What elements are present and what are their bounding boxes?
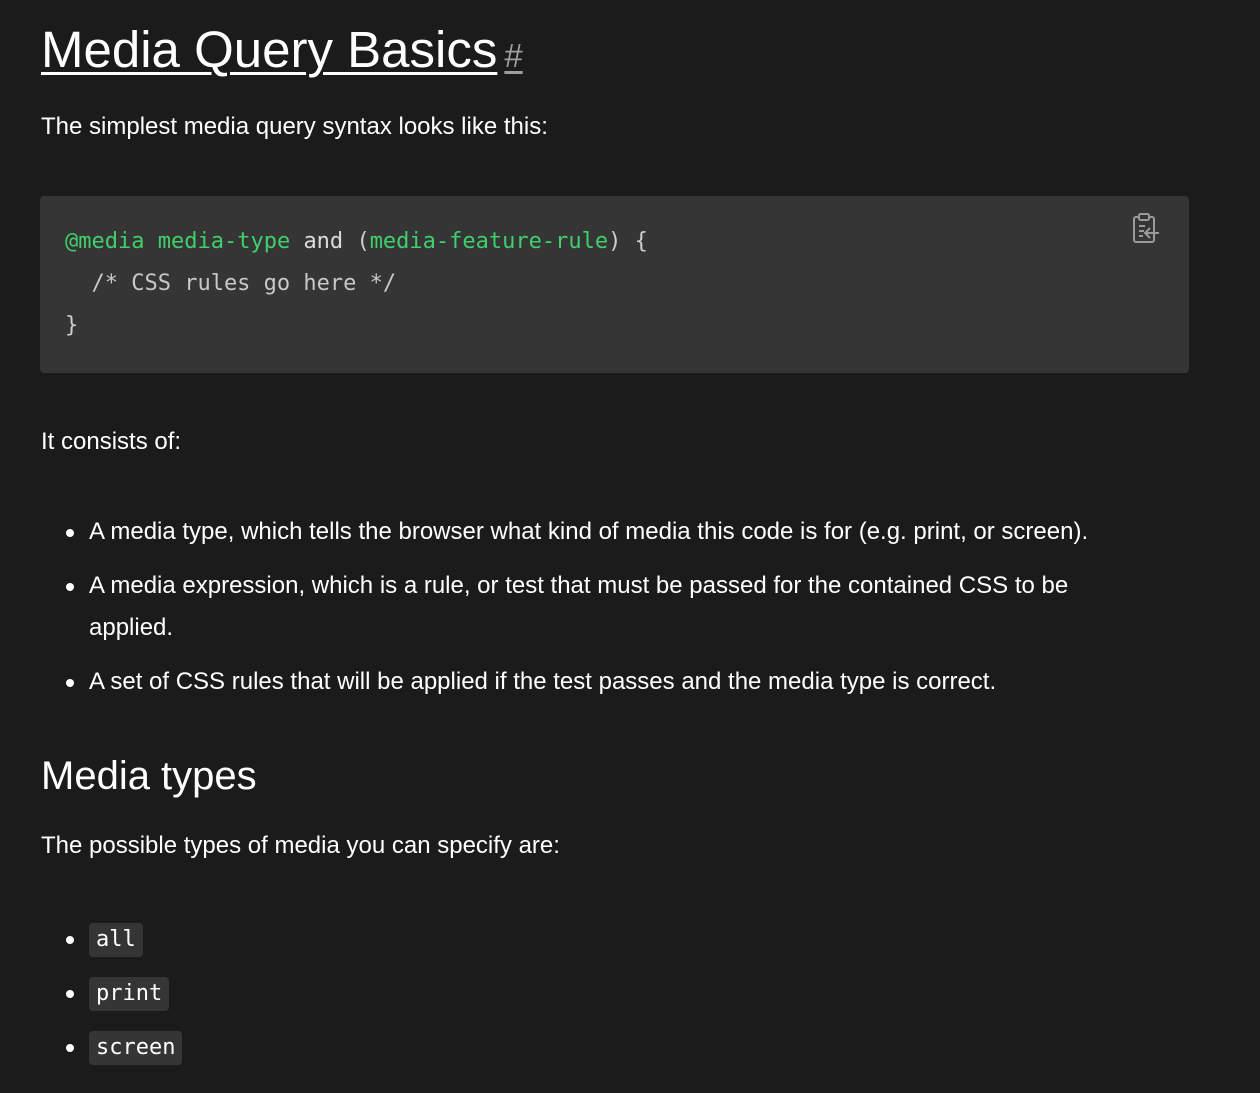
list-item: print	[41, 972, 182, 1026]
media-types-intro: The possible types of media you can spec…	[41, 832, 560, 859]
inline-code-screen: screen	[89, 1031, 183, 1065]
list-item: screen	[41, 1026, 183, 1080]
clipboard-copy-icon	[1133, 213, 1159, 243]
inline-code-print: print	[89, 977, 170, 1011]
code-line-1: @media media-type and (media-feature-rul…	[65, 229, 648, 254]
section-heading: Media Query Basics #	[41, 18, 523, 88]
copy-code-button[interactable]	[1131, 212, 1161, 246]
code-example-block: @media media-type and (media-feature-rul…	[40, 196, 1189, 373]
code-line-3: }	[65, 313, 79, 338]
media-types-list: all print screen	[41, 918, 183, 1080]
consists-list: A media type, which tells the browser wh…	[41, 511, 1191, 703]
list-item: A media type, which tells the browser wh…	[41, 511, 1191, 553]
code-media-type: media-type	[157, 229, 291, 254]
code-media-feature: media-feature-rule	[369, 229, 609, 254]
inline-code-all: all	[89, 923, 143, 957]
list-item: A media expression, which is a rule, or …	[41, 565, 1149, 649]
section-heading-link[interactable]: Media Query Basics	[41, 21, 497, 78]
code-line-2: /* CSS rules go here */	[65, 271, 397, 296]
media-types-heading: Media types	[41, 754, 257, 798]
heading-anchor-link[interactable]: #	[504, 37, 522, 74]
intro-paragraph: The simplest media query syntax looks li…	[41, 113, 548, 140]
code-keyword-and: and	[303, 229, 344, 254]
code-at-rule: @media	[65, 229, 145, 254]
list-item: A set of CSS rules that will be applied …	[41, 661, 1191, 703]
consists-intro: It consists of:	[41, 428, 182, 455]
list-item: all	[41, 918, 182, 972]
